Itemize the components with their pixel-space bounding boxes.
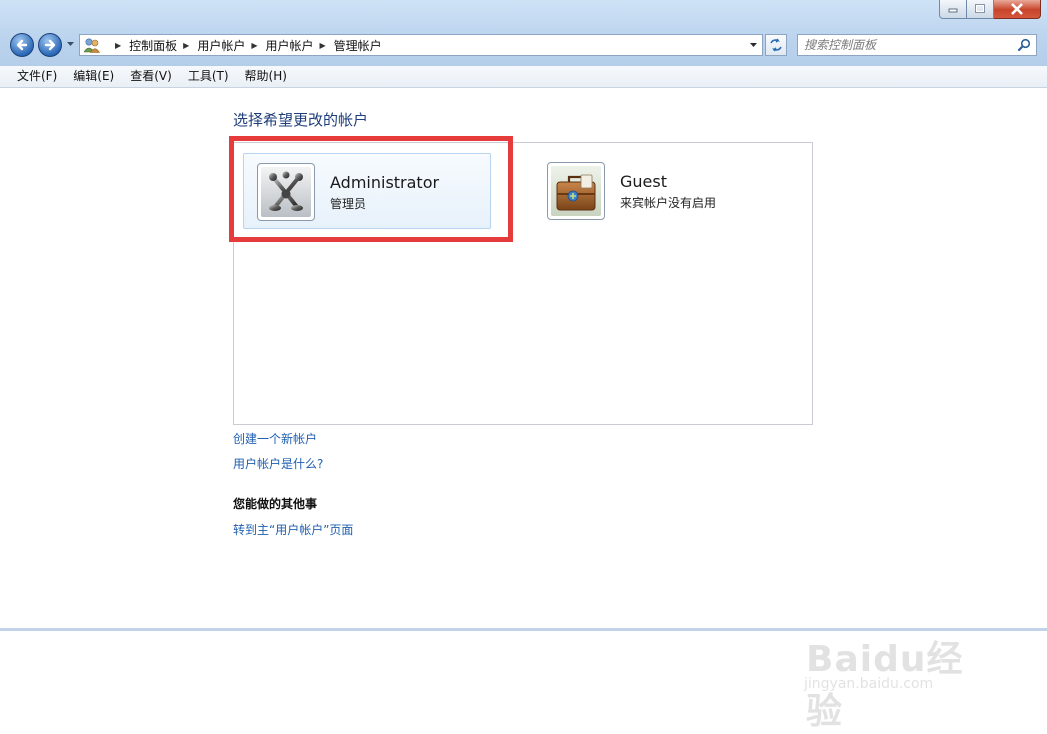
breadcrumb-separator-icon[interactable]: ▶ [183, 41, 189, 50]
breadcrumb-manage-accounts[interactable]: 管理帐户 [334, 37, 382, 54]
breadcrumb-control-panel[interactable]: 控制面板 [129, 37, 177, 54]
account-name: Guest [620, 172, 667, 191]
menu-view[interactable]: 查看(V) [121, 66, 179, 87]
menu-tools[interactable]: 工具(T) [179, 66, 236, 87]
maximize-button[interactable] [967, 0, 994, 19]
menu-bar: 文件(F) 编辑(E) 查看(V) 工具(T) 帮助(H) [0, 66, 1047, 88]
close-icon [1011, 3, 1023, 15]
breadcrumb-user-accounts-2[interactable]: 用户帐户 [266, 37, 314, 54]
back-button[interactable] [10, 33, 34, 57]
close-button[interactable] [994, 0, 1041, 19]
arrow-right-icon [44, 39, 56, 51]
breadcrumb-separator-icon[interactable]: ▶ [251, 41, 257, 50]
address-history-chevron-icon[interactable] [749, 42, 758, 48]
users-icon [83, 38, 101, 53]
maximize-icon [975, 4, 985, 13]
minimize-button[interactable] [939, 0, 967, 19]
main-content: 选择希望更改的帐户 Administrator 管理员 Guest 来宾帐户没有… [0, 88, 1047, 732]
create-account-link[interactable]: 创建一个新帐户 [233, 430, 317, 447]
breadcrumb-user-accounts[interactable]: 用户帐户 [197, 37, 245, 54]
search-input[interactable] [804, 36, 1010, 54]
go-to-main-user-accounts-link[interactable]: 转到主“用户帐户”页面 [233, 521, 353, 538]
breadcrumb-separator-icon[interactable]: ▶ [115, 41, 121, 50]
minimize-icon [948, 8, 958, 13]
caption-buttons [939, 0, 1041, 20]
arrow-left-icon [16, 39, 28, 51]
recent-pages-chevron-icon[interactable] [66, 41, 75, 47]
search-box[interactable] [797, 34, 1037, 56]
menu-help[interactable]: 帮助(H) [236, 66, 294, 87]
refresh-icon [770, 38, 782, 52]
briefcase-avatar-icon [551, 166, 601, 216]
forward-button[interactable] [38, 33, 62, 57]
account-type: 来宾帐户没有启用 [620, 196, 717, 210]
account-tile-guest[interactable]: Guest 来宾帐户没有启用 [534, 153, 782, 229]
avatar [547, 162, 605, 220]
menu-file[interactable]: 文件(F) [0, 66, 64, 87]
address-bar[interactable]: ▶ 控制面板 ▶ 用户帐户 ▶ 用户帐户 ▶ 管理帐户 [79, 34, 763, 56]
other-tasks-heading: 您能做的其他事 [233, 497, 318, 511]
baidu-watermark: Baidu经验 jingyan.baidu.com [800, 628, 1000, 732]
menu-edit[interactable]: 编辑(E) [64, 66, 121, 87]
search-icon[interactable] [1017, 38, 1031, 52]
refresh-button[interactable] [765, 34, 787, 56]
breadcrumb-separator-icon[interactable]: ▶ [320, 41, 326, 50]
what-is-account-link[interactable]: 用户帐户是什么? [233, 455, 323, 472]
page-title: 选择希望更改的帐户 [233, 111, 369, 129]
watermark-url: jingyan.baidu.com [804, 676, 934, 692]
highlight-annotation-frame [229, 136, 513, 242]
control-panel-window: ▶ 控制面板 ▶ 用户帐户 ▶ 用户帐户 ▶ 管理帐户 文件(F) 编辑(E [0, 0, 1047, 732]
window-chrome: ▶ 控制面板 ▶ 用户帐户 ▶ 用户帐户 ▶ 管理帐户 [0, 0, 1047, 67]
